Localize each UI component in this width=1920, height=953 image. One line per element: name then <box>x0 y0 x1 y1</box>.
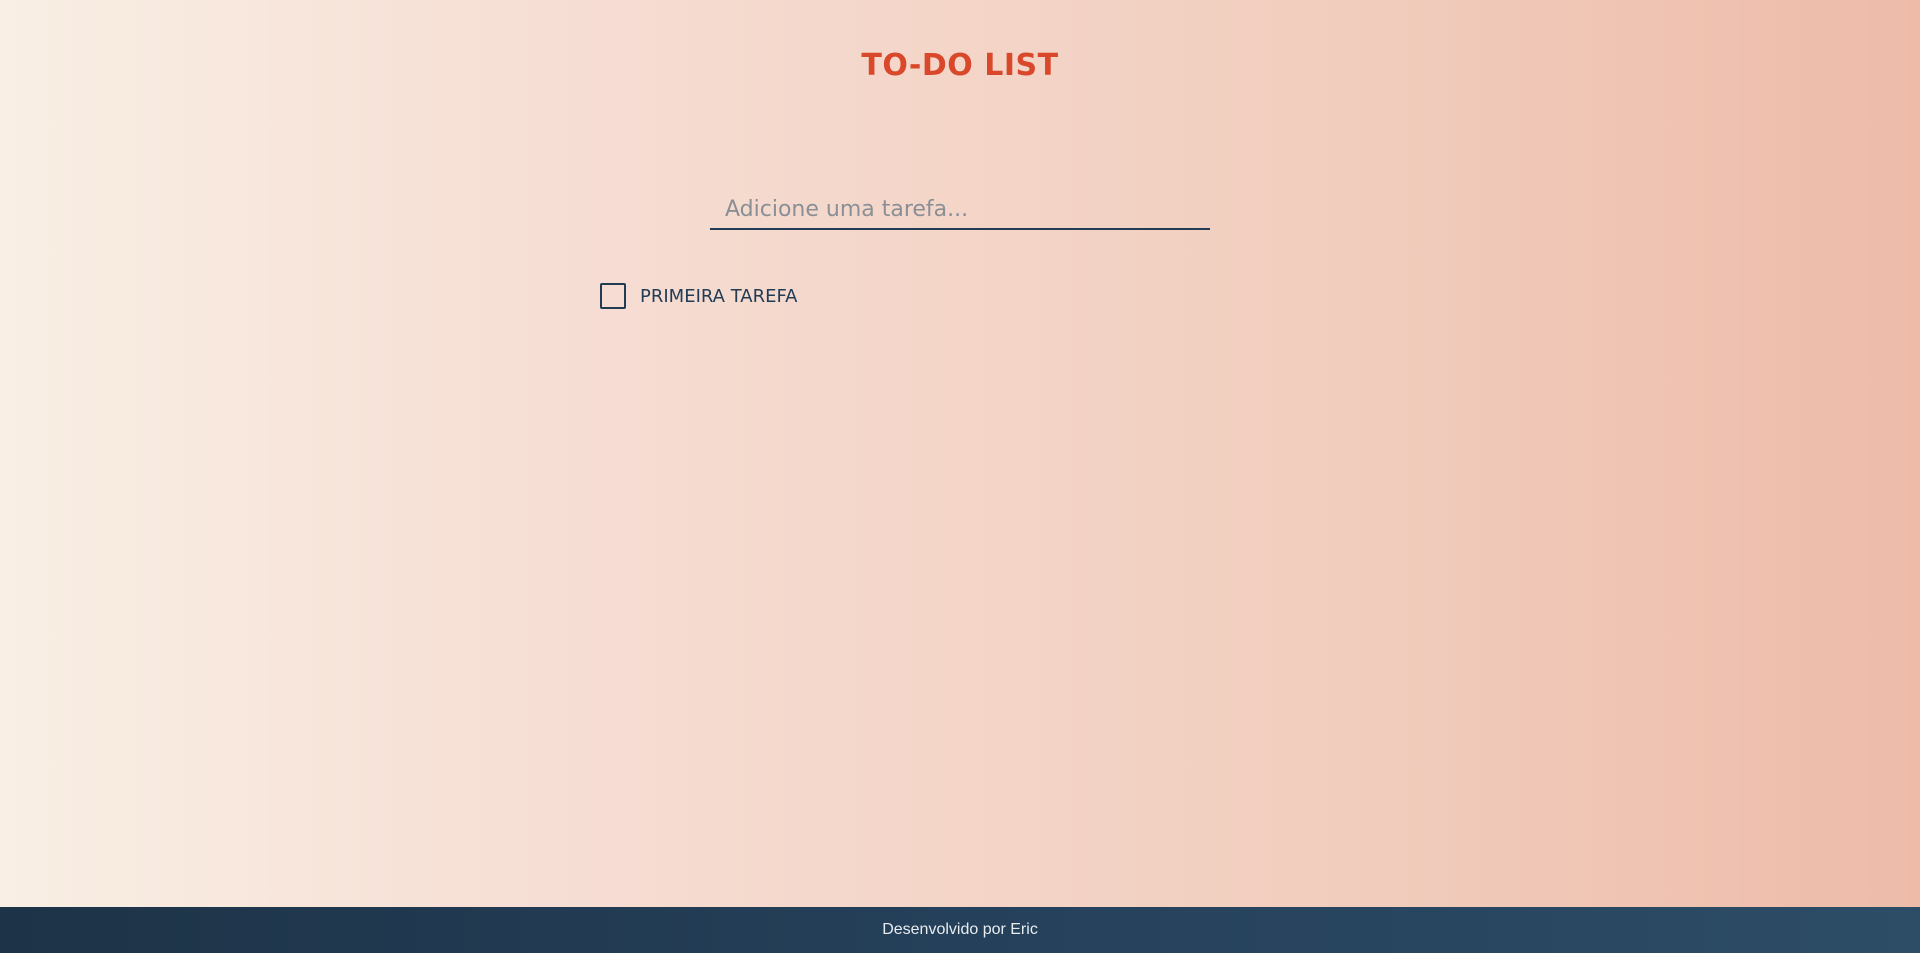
footer-credit: Desenvolvido por Eric <box>882 921 1038 938</box>
task-label: PRIMEIRA TAREFA <box>640 285 798 307</box>
task-input[interactable] <box>710 190 1210 230</box>
task-item: PRIMEIRA TAREFA <box>600 280 798 312</box>
footer: Desenvolvido por Eric <box>0 907 1920 953</box>
task-checkbox[interactable] <box>600 283 626 309</box>
page-title: TO-DO LIST <box>861 48 1059 83</box>
task-list: PRIMEIRA TAREFA <box>600 280 798 312</box>
